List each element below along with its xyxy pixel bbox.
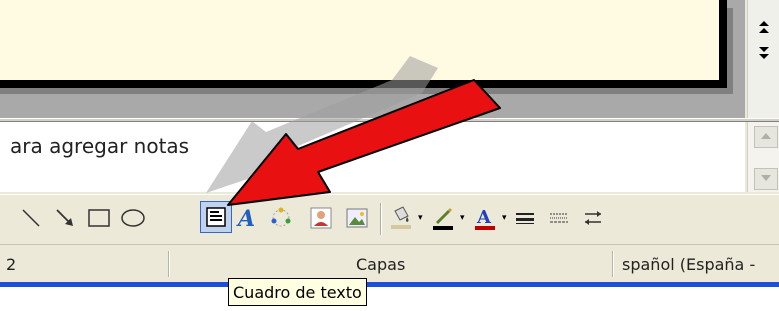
tooltip: Cuadro de texto [228,278,367,306]
highlight-arrow-overlay [206,56,501,206]
